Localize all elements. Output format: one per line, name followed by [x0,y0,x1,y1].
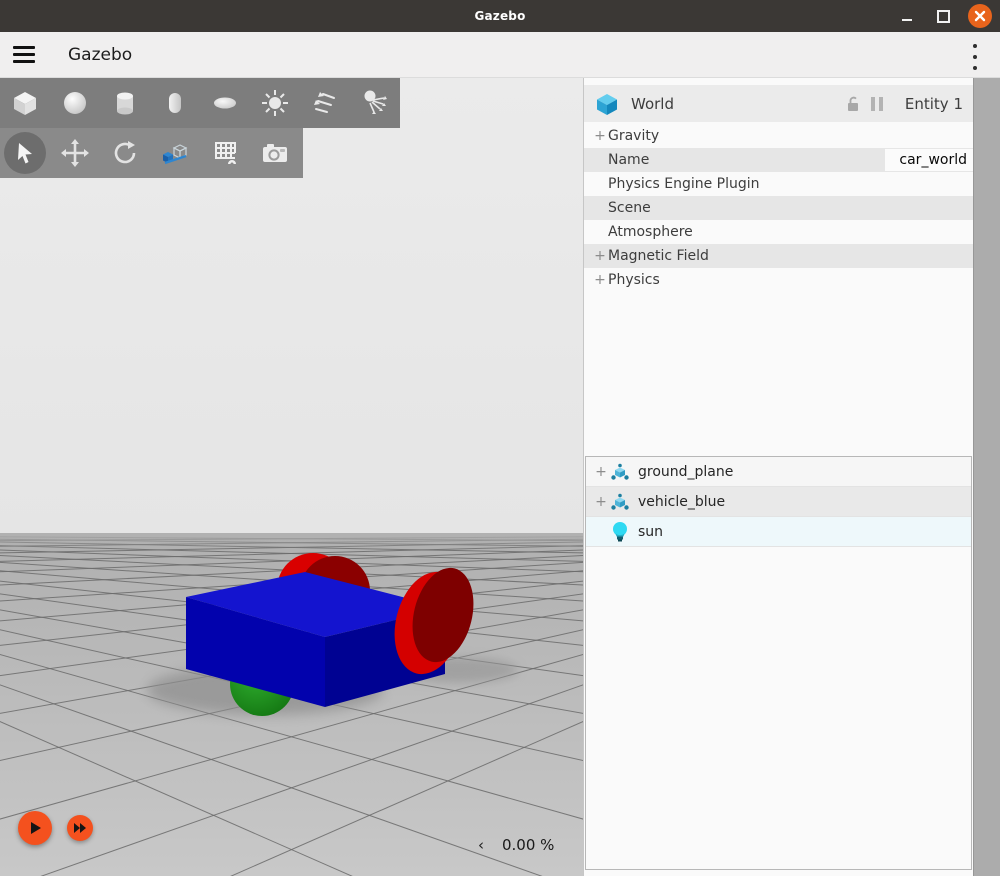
scene-3d-viewport[interactable]: ‹ 0.00 % [0,78,583,876]
scene-canvas [0,78,583,876]
screenshot-tool-button[interactable] [250,128,300,178]
point-light-icon [260,88,290,118]
pause-icon [870,96,884,112]
expand-icon[interactable]: + [594,494,608,510]
unlock-icon [844,95,862,113]
tree-item-sun[interactable]: sun [586,517,971,547]
hamburger-menu-button[interactable] [13,46,35,63]
kebab-menu-button[interactable] [968,42,982,72]
add-point-light-button[interactable] [250,78,300,128]
tools-toolbar [0,128,303,178]
maximize-button[interactable] [932,5,954,27]
capsule-icon [160,88,190,118]
entity-label: ground_plane [638,464,733,480]
translate-tool-button[interactable] [50,128,100,178]
sphere-icon [60,88,90,118]
cylinder-icon [110,88,140,118]
component-inspector-panel: World Entity 1 + Gravity Nam [583,78,1000,876]
app-title: Gazebo [68,45,132,65]
property-label: Physics Engine Plugin [608,176,760,192]
world-title: World [631,95,674,113]
entity-count-label: Entity 1 [905,95,963,113]
rotate-icon [110,138,140,168]
translate-icon [60,138,90,168]
expand-icon[interactable]: + [593,128,607,144]
add-spot-light-button[interactable] [350,78,400,128]
grid-view-icon [210,138,240,168]
directional-light-icon [310,88,340,118]
add-box-button[interactable] [0,78,50,128]
entity-label: vehicle_blue [638,494,725,510]
select-tool-button[interactable] [0,128,50,178]
add-capsule-button[interactable] [150,78,200,128]
property-row-atmosphere[interactable]: Atmosphere [584,220,973,244]
property-label: Scene [608,200,651,216]
entity-tree: + ground_plane + [585,456,972,870]
panel-scrollbar[interactable] [973,78,1000,876]
pause-button[interactable] [865,92,889,116]
property-row-name[interactable]: Name car_world [584,148,973,172]
fast-forward-icon [74,823,87,833]
minimize-icon [902,19,912,21]
shapes-toolbar [0,78,400,128]
property-row-physics[interactable]: + Physics [584,268,973,292]
minimize-button[interactable] [896,5,918,27]
entity-label: sun [638,524,663,540]
property-label: Gravity [608,128,659,144]
view-angle-tool-button[interactable] [200,128,250,178]
expand-icon[interactable]: + [593,272,607,288]
property-label: Magnetic Field [608,248,709,264]
window-title: Gazebo [474,9,525,23]
property-label: Name [608,152,649,168]
real-time-factor: 0.00 % [502,836,554,854]
window-titlebar: Gazebo [0,0,1000,32]
property-row-physics-engine-plugin[interactable]: Physics Engine Plugin [584,172,973,196]
ellipsoid-icon [210,88,240,118]
close-button[interactable] [968,4,992,28]
add-cylinder-button[interactable] [100,78,150,128]
play-icon [28,821,42,835]
add-ellipsoid-button[interactable] [200,78,250,128]
camera-icon [259,138,291,168]
stats-collapse-arrow[interactable]: ‹ [478,836,484,854]
snap-tool-button[interactable] [150,128,200,178]
light-bulb-icon [610,521,630,543]
model-icon [610,463,630,481]
expand-icon[interactable]: + [594,464,608,480]
maximize-icon [937,10,950,23]
world-cube-icon [596,92,618,116]
add-directional-light-button[interactable] [300,78,350,128]
world-name-value[interactable]: car_world [885,149,973,171]
snap-icon [160,138,190,168]
play-button[interactable] [18,811,52,845]
property-row-scene[interactable]: Scene [584,196,973,220]
add-sphere-button[interactable] [50,78,100,128]
expand-icon[interactable]: + [593,248,607,264]
property-row-magnetic-field[interactable]: + Magnetic Field [584,244,973,268]
rotate-tool-button[interactable] [100,128,150,178]
select-arrow-icon [11,139,39,167]
world-header: World Entity 1 [584,85,973,122]
tree-item-vehicle-blue[interactable]: + vehicle_blue [586,487,971,517]
property-row-gravity[interactable]: + Gravity [584,124,973,148]
tree-item-ground-plane[interactable]: + ground_plane [586,457,971,487]
lock-button[interactable] [841,92,865,116]
property-label: Atmosphere [608,224,693,240]
spot-light-icon [360,88,390,118]
close-icon [974,10,986,22]
model-icon [610,493,630,511]
app-bar: Gazebo [0,32,1000,78]
property-label: Physics [608,272,660,288]
step-button[interactable] [67,815,93,841]
box-icon [10,88,40,118]
